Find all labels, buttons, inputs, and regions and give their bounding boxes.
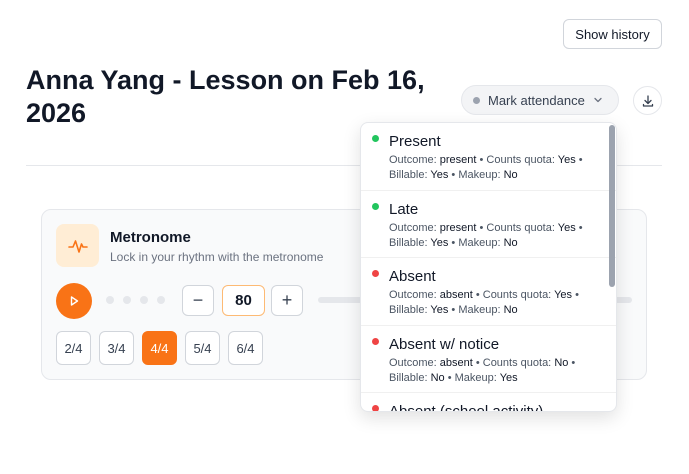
metronome-subtitle: Lock in your rhythm with the metronome xyxy=(110,250,324,264)
download-icon xyxy=(642,94,653,107)
beat-indicator xyxy=(106,296,165,304)
option-label: Late xyxy=(389,200,419,218)
option-label: Absent (school activity) xyxy=(389,403,544,412)
option-details: Outcome: absent • Counts quota: Yes • Bil… xyxy=(389,289,579,316)
status-dot xyxy=(372,405,379,411)
time-signature-group: 2/4 3/4 4/4 5/4 6/4 xyxy=(56,331,263,365)
increment-bpm-button[interactable]: + xyxy=(271,285,303,316)
attendance-option[interactable]: Absent Outcome: absent • Counts quota: Ye… xyxy=(361,258,616,326)
beat-dot xyxy=(140,296,148,304)
option-details: Outcome: absent • Counts quota: No • Bill… xyxy=(389,356,576,384)
attendance-option[interactable]: Absent (school activity) xyxy=(361,393,616,412)
status-dot xyxy=(372,135,379,142)
option-label: Absent w/ notice xyxy=(389,335,500,353)
time-signature-button[interactable]: 2/4 xyxy=(56,331,91,365)
decrement-bpm-button[interactable]: − xyxy=(182,285,214,316)
option-details: Outcome: present • Counts quota: Yes • Bi… xyxy=(389,154,583,181)
beat-dot xyxy=(106,296,114,304)
status-dot xyxy=(372,202,379,210)
attendance-dropdown: Present Outcome: present • Counts quota: … xyxy=(360,122,617,412)
option-label: Present xyxy=(389,133,441,150)
mark-attendance-label: Mark attendance xyxy=(488,92,585,108)
play-button[interactable] xyxy=(56,283,92,319)
beat-dot xyxy=(123,296,131,304)
metronome-title: Metronome xyxy=(110,229,191,246)
option-label: Absent xyxy=(389,268,436,285)
time-signature-button[interactable]: 4/4 xyxy=(142,331,177,365)
time-signature-button[interactable]: 6/4 xyxy=(228,331,263,365)
option-details: Outcome: present • Counts quota: Yes • Bi… xyxy=(389,221,583,249)
attendance-option[interactable]: Late Outcome: present • Counts quota: Yes… xyxy=(361,191,616,258)
beat-dot xyxy=(157,296,165,304)
play-icon xyxy=(70,296,79,306)
attendance-status-dot xyxy=(473,96,480,104)
mark-attendance-button[interactable]: Mark attendance xyxy=(461,85,619,115)
show-history-button[interactable]: Show history xyxy=(563,19,662,49)
attendance-option[interactable]: Present Outcome: present • Counts quota: … xyxy=(361,123,616,191)
waveform-icon xyxy=(56,224,99,267)
status-dot xyxy=(372,270,379,277)
status-dot xyxy=(372,337,379,345)
bpm-input[interactable]: 80 xyxy=(222,285,265,316)
chevron-down-icon xyxy=(594,97,602,103)
time-signature-button[interactable]: 3/4 xyxy=(99,331,134,365)
attendance-option[interactable]: Absent w/ notice Outcome: absent • Counts… xyxy=(361,326,616,393)
time-signature-button[interactable]: 5/4 xyxy=(185,331,220,365)
page-title: Anna Yang - Lesson on Feb 16, 2026 xyxy=(26,65,425,128)
dropdown-scrollbar[interactable] xyxy=(609,125,615,287)
download-button[interactable] xyxy=(633,86,662,115)
